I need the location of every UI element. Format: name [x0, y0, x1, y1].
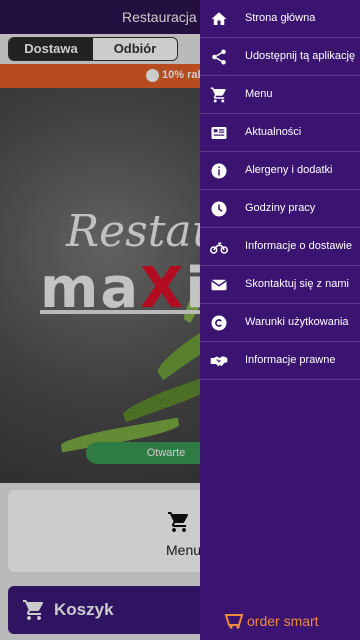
drawer-item-label: Alergeny i dodatki — [245, 164, 333, 176]
info-icon — [211, 163, 227, 179]
news-icon — [211, 127, 227, 139]
drawer-item-terms[interactable]: Warunki użytkowania — [200, 304, 360, 342]
drawer-item-label: Aktualności — [245, 126, 302, 138]
drawer-item-share[interactable]: Udostępnij tą aplikację — [200, 38, 360, 76]
cart-icon — [210, 87, 226, 103]
copyright-icon — [211, 315, 227, 331]
brand-logo-icon — [224, 614, 244, 629]
share-icon — [212, 49, 226, 65]
drawer-item-label: Informacje o dostawie — [245, 240, 352, 252]
drawer-item-label: Warunki użytkowania — [245, 316, 349, 328]
drawer-item-contact[interactable]: Skontaktuj się z nami — [200, 266, 360, 304]
drawer-item-label: Udostępnij tą aplikację — [245, 50, 356, 62]
motorbike-icon — [210, 242, 228, 254]
drawer-item-home[interactable]: Strona główna — [200, 0, 360, 38]
drawer-item-label: Menu — [245, 88, 273, 100]
brand-name: order smart — [247, 613, 319, 629]
handshake-icon — [210, 356, 228, 367]
home-icon — [211, 12, 227, 25]
drawer-item-label: Godziny pracy — [245, 202, 316, 214]
drawer-item-delivery[interactable]: Informacje o dostawie — [200, 228, 360, 266]
drawer-item-label: Strona główna — [245, 12, 316, 24]
clock-icon — [211, 201, 227, 217]
navigation-drawer: Strona główna Udostępnij tą aplikację Me… — [200, 0, 360, 640]
drawer-item-label: Skontaktuj się z nami — [245, 278, 349, 290]
drawer-item-news[interactable]: Aktualności — [200, 114, 360, 152]
drawer-item-label: Informacje prawne — [245, 354, 336, 366]
mail-icon — [211, 279, 227, 291]
drawer-item-hours[interactable]: Godziny pracy — [200, 190, 360, 228]
drawer-item-menu[interactable]: Menu — [200, 76, 360, 114]
drawer-item-legal[interactable]: Informacje prawne — [200, 342, 360, 380]
drawer-item-allergens[interactable]: Alergeny i dodatki — [200, 152, 360, 190]
